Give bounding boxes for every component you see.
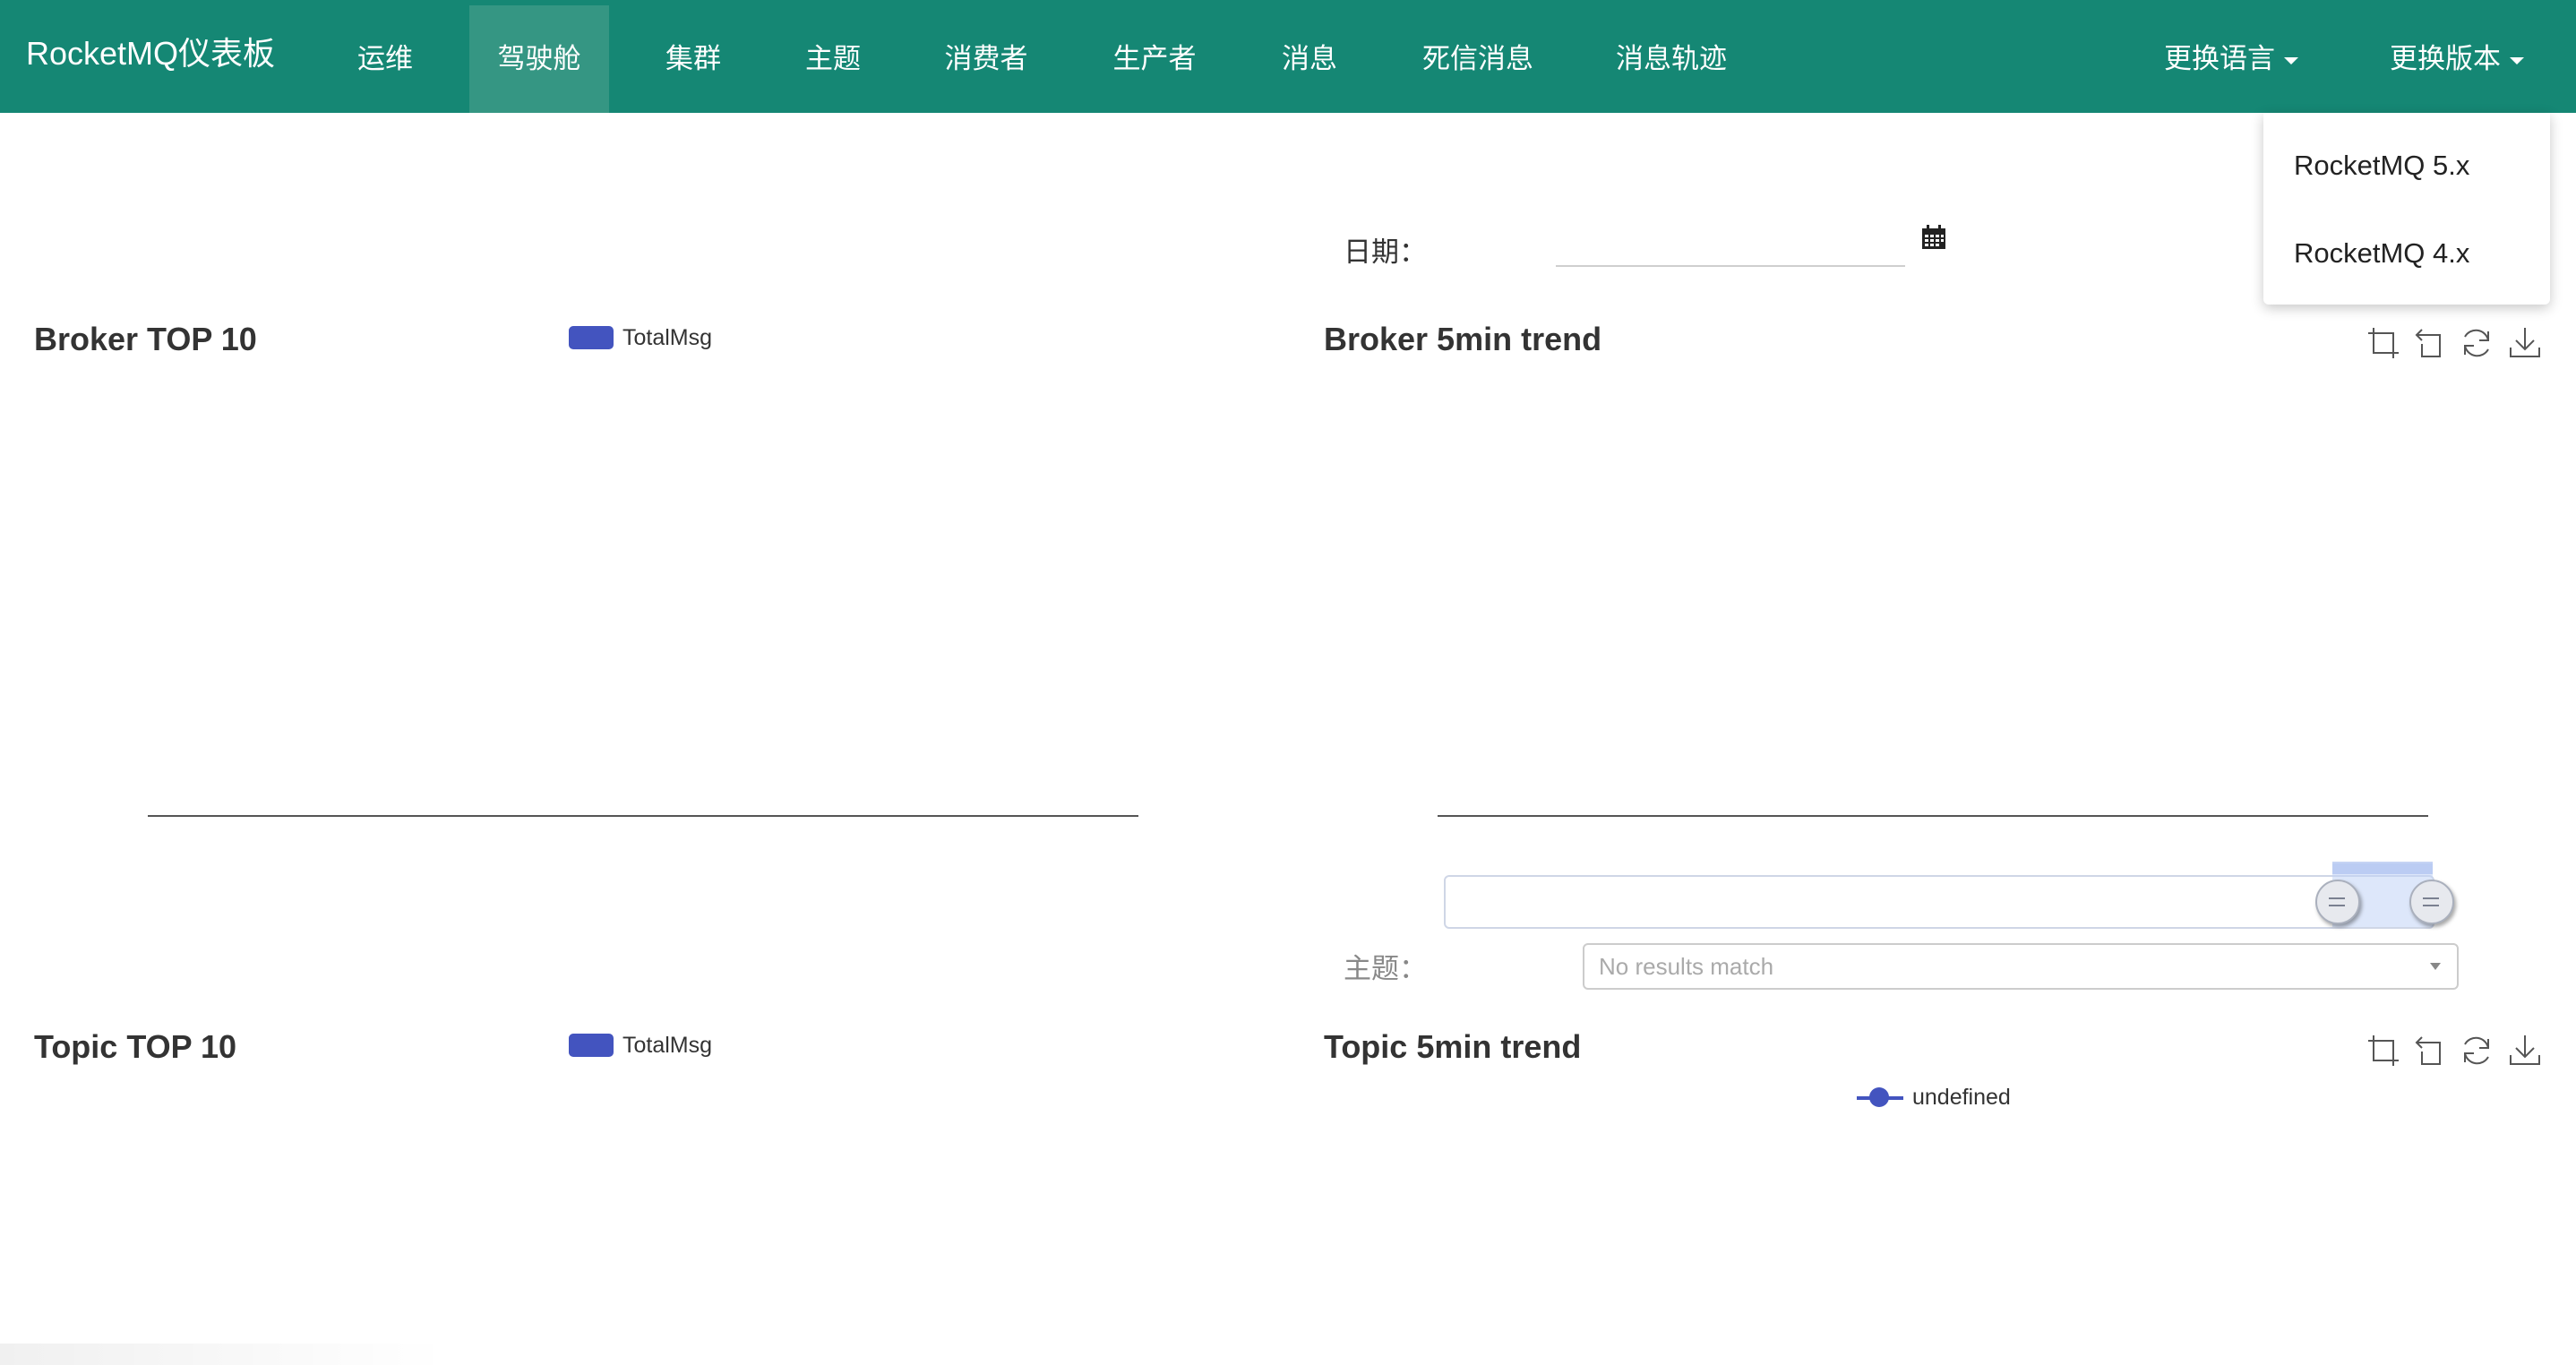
refresh-icon[interactable] <box>2460 326 2494 360</box>
bottom-scroll-shadow <box>0 1344 448 1365</box>
topic-select-placeholder: No results match <box>1599 953 1774 980</box>
legend-label: TotalMsg <box>623 1033 713 1058</box>
version-menu-label: 更换版本 <box>2390 43 2501 74</box>
version-dropdown-menu: RocketMQ 5.x RocketMQ 4.x <box>2263 113 2550 305</box>
zoom-select-icon[interactable] <box>2366 1034 2400 1068</box>
broker-trend-x-axis <box>1438 815 2428 817</box>
chevron-down-icon <box>2510 56 2524 64</box>
calendar-icon[interactable] <box>1920 224 1947 251</box>
data-zoom-end-handle[interactable] <box>2409 880 2454 924</box>
nav-item-topic[interactable]: 主题 <box>786 5 880 113</box>
refresh-icon[interactable] <box>2460 1034 2494 1068</box>
data-zoom-window-bar[interactable] <box>2332 862 2433 874</box>
top-navbar: RocketMQ仪表板 运维 驾驶舱 集群 主题 消费者 生产者 消息 死信消息… <box>0 0 2576 113</box>
legend-label: TotalMsg <box>623 325 713 350</box>
nav-item-cluster[interactable]: 集群 <box>647 5 740 113</box>
date-input[interactable] <box>1556 226 1905 267</box>
download-icon[interactable] <box>2508 1034 2542 1068</box>
broker-trend-title: Broker 5min trend <box>1324 321 1602 357</box>
nav-item-dashboard[interactable]: 驾驶舱 <box>469 5 609 113</box>
chevron-down-icon <box>2284 56 2298 64</box>
legend-label: undefined <box>1912 1085 2011 1110</box>
broker-top10-title: Broker TOP 10 <box>34 321 257 357</box>
legend-swatch <box>569 1034 614 1057</box>
language-menu[interactable]: 更换语言 <box>2150 5 2313 113</box>
legend-dot <box>1869 1087 1889 1107</box>
legend-swatch <box>569 326 614 349</box>
nav-item-message[interactable]: 消息 <box>1263 5 1356 113</box>
data-zoom-slider[interactable] <box>1444 875 2434 929</box>
nav-item-consumer[interactable]: 消费者 <box>923 5 1050 113</box>
data-zoom-start-handle[interactable] <box>2315 880 2360 924</box>
version-option-5x[interactable]: RocketMQ 5.x <box>2294 143 2469 188</box>
zoom-select-icon[interactable] <box>2366 326 2400 360</box>
chevron-down-icon <box>2430 963 2441 970</box>
version-option-4x[interactable]: RocketMQ 4.x <box>2294 231 2469 276</box>
nav-item-message-trace[interactable]: 消息轨迹 <box>1600 5 1743 113</box>
zoom-reset-icon[interactable] <box>2413 326 2447 360</box>
language-menu-label: 更换语言 <box>2164 43 2275 74</box>
nav-item-ops[interactable]: 运维 <box>339 5 432 113</box>
zoom-reset-icon[interactable] <box>2413 1034 2447 1068</box>
topic-select[interactable]: No results match <box>1583 943 2459 990</box>
topic-trend-title: Topic 5min trend <box>1324 1028 1582 1065</box>
nav-item-dlq-message[interactable]: 死信消息 <box>1406 5 1550 113</box>
broker-top10-x-axis <box>148 815 1138 817</box>
topic-top10-title: Topic TOP 10 <box>34 1028 237 1065</box>
version-menu[interactable]: 更换版本 <box>2375 5 2538 113</box>
brand-title[interactable]: RocketMQ仪表板 <box>26 27 275 81</box>
nav-item-producer[interactable]: 生产者 <box>1091 5 1218 113</box>
download-icon[interactable] <box>2508 326 2542 360</box>
topic-label: 主题： <box>1344 953 1427 984</box>
date-label: 日期： <box>1344 236 1427 268</box>
